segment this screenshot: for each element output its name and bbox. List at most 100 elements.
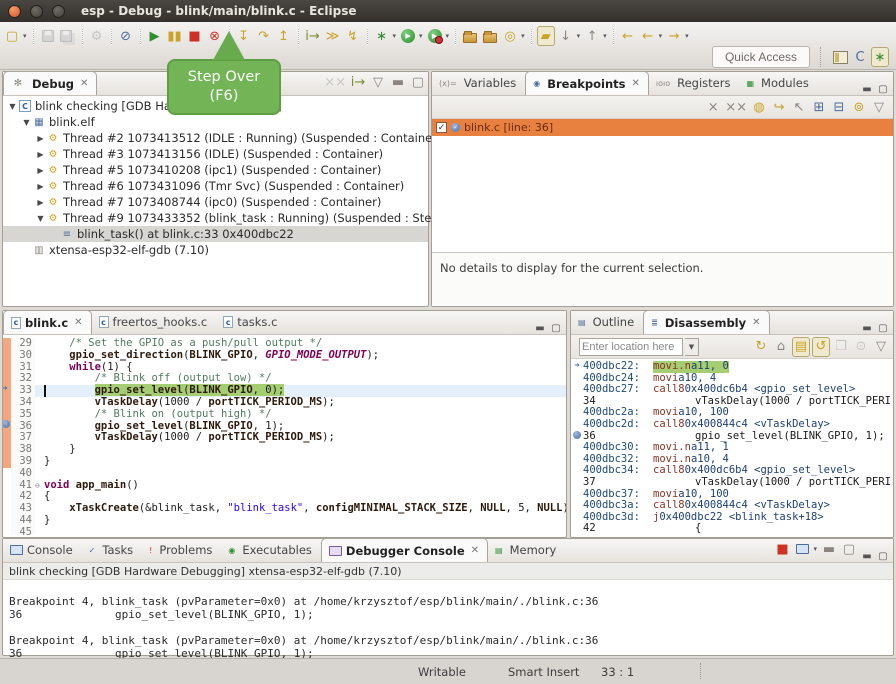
- maximize-button[interactable]: ▢: [875, 84, 891, 95]
- next-annotation-button[interactable]: ↓: [557, 26, 575, 46]
- remove-all-breakpoints-button[interactable]: ××: [724, 97, 748, 117]
- show-source-button[interactable]: ▤: [792, 337, 810, 357]
- editor-line[interactable]: 44}: [3, 515, 566, 527]
- open-perspective-button[interactable]: [831, 47, 849, 67]
- minimize-button[interactable]: ▬: [859, 84, 875, 95]
- open-new-view-button[interactable]: ❐: [832, 337, 850, 357]
- tab-freertos-hooks-c[interactable]: cfreertos_hooks.c: [92, 310, 217, 334]
- dropdown-arrow-icon[interactable]: ▾: [419, 32, 423, 40]
- window-maximize-button[interactable]: [52, 5, 65, 18]
- home-button[interactable]: ⌂: [772, 337, 790, 357]
- dropdown-arrow-icon[interactable]: ▾: [393, 32, 397, 40]
- debug-tree-row[interactable]: ▶⚙Thread #2 1073413512 (IDLE : Running) …: [3, 130, 428, 146]
- dropdown-arrow-icon[interactable]: ▾: [813, 545, 817, 553]
- display-selected-console-button[interactable]: [793, 539, 811, 559]
- minimize-button[interactable]: ▬: [820, 539, 838, 559]
- back-button[interactable]: ←: [639, 26, 657, 46]
- resume-button[interactable]: ▶: [146, 26, 164, 46]
- tab-blink-c[interactable]: cblink.c✕: [3, 310, 92, 334]
- tab-disassembly[interactable]: ≣Disassembly✕: [643, 310, 769, 334]
- close-icon[interactable]: ✕: [471, 545, 479, 556]
- new-project-button[interactable]: [461, 26, 479, 46]
- fold-marker-icon[interactable]: ⊖: [35, 480, 44, 492]
- tab-executables[interactable]: ◉Executables: [221, 538, 321, 562]
- last-edit-location-button[interactable]: ←: [619, 26, 637, 46]
- editor-line[interactable]: 37 vTaskDelay(1000 / portTICK_PERIOD_MS)…: [3, 432, 566, 444]
- debug-menu-button[interactable]: ∗: [373, 26, 391, 46]
- debug-tree-row[interactable]: ▶⚙Thread #6 1073431096 (Tmr Svc) (Suspen…: [3, 178, 428, 194]
- remove-all-terminated-button[interactable]: ××: [323, 72, 347, 92]
- disassembly-line[interactable]: 400dbc3d:j0x400dbc22 <blink_task+18>: [571, 512, 893, 524]
- disassembly-line[interactable]: 400dbc2d:call80x400844c4 <vTaskDelay>: [571, 419, 893, 431]
- groupings-button[interactable]: ⊚: [850, 97, 868, 117]
- minimize-button[interactable]: ▬: [859, 551, 875, 562]
- dropdown-arrow-icon[interactable]: ▾: [521, 32, 525, 40]
- pin-view-button[interactable]: ⊙: [852, 337, 870, 357]
- suspend-button[interactable]: ▮▮: [166, 26, 184, 46]
- maximize-button[interactable]: ▢: [840, 539, 858, 559]
- dropdown-arrow-icon[interactable]: ▾: [577, 32, 581, 40]
- tree-expander-icon[interactable]: ▼: [35, 214, 46, 223]
- collapse-all-button[interactable]: ⊟: [830, 97, 848, 117]
- show-supported-breakpoints-button[interactable]: ◍: [750, 97, 768, 117]
- terminate-button[interactable]: ■: [186, 26, 204, 46]
- console-output[interactable]: Breakpoint 4, blink_task (pvParameter=0x…: [3, 580, 893, 662]
- tab-registers[interactable]: ıοıοRegisters: [649, 71, 740, 95]
- disassembly-line[interactable]: 400dbc30:movi.na11, 1: [571, 442, 893, 454]
- go-to-file-button[interactable]: ↪: [770, 97, 788, 117]
- debug-tree-row[interactable]: ▶⚙Thread #5 1073410208 (ipc1) (Suspended…: [3, 162, 428, 178]
- editor-line[interactable]: 43 xTaskCreate(&blink_task, "blink_task"…: [3, 503, 566, 515]
- maximize-button[interactable]: ▢: [409, 72, 427, 92]
- close-icon[interactable]: ✕: [74, 317, 82, 328]
- previous-annotation-button[interactable]: ↑: [583, 26, 601, 46]
- view-menu-button[interactable]: ▽: [369, 72, 387, 92]
- maximize-button[interactable]: ▢: [548, 323, 564, 334]
- drop-to-frame-button[interactable]: ↯: [344, 26, 362, 46]
- close-icon[interactable]: ✕: [752, 317, 760, 328]
- window-minimize-button[interactable]: [30, 5, 43, 18]
- remove-breakpoint-button[interactable]: ×: [704, 97, 722, 117]
- tab-tasks-c[interactable]: ctasks.c: [216, 310, 286, 334]
- disassembly-line[interactable]: 37vTaskDelay(1000 / portTICK_PERI: [571, 477, 893, 489]
- location-dropdown-button[interactable]: ▼: [685, 338, 699, 356]
- mark-occurrences-button[interactable]: ▰: [537, 26, 555, 46]
- debug-tree-row[interactable]: ▼⚙Thread #9 1073433352 (blink_task : Run…: [3, 210, 428, 226]
- minimize-button[interactable]: ▬: [532, 323, 548, 334]
- run-menu-button[interactable]: ▶: [399, 26, 417, 46]
- disassembly-line[interactable]: ➜400dbc22:movi.na11, 0: [571, 361, 893, 373]
- tab-modules[interactable]: ▦Modules: [739, 71, 817, 95]
- open-resource-button[interactable]: [481, 26, 499, 46]
- tab-tasks[interactable]: ✓Tasks: [82, 538, 143, 562]
- minimize-button[interactable]: ▬: [389, 72, 407, 92]
- tab-breakpoints[interactable]: ◉Breakpoints✕: [525, 71, 649, 95]
- step-return-button[interactable]: ↥: [275, 26, 293, 46]
- step-over-button[interactable]: ↷: [255, 26, 273, 46]
- dropdown-arrow-icon[interactable]: ▾: [446, 32, 450, 40]
- editor-line[interactable]: 38 }: [3, 444, 566, 456]
- cpp-perspective-button[interactable]: C: [851, 47, 869, 67]
- link-with-debug-view-button[interactable]: ↖: [790, 97, 808, 117]
- debug-tree-row[interactable]: ≡blink_task() at blink.c:33 0x400dbc22: [3, 226, 428, 242]
- sync-with-active-context-button[interactable]: ↺: [812, 337, 830, 357]
- tree-expander-icon[interactable]: ▼: [21, 118, 32, 127]
- tab-console[interactable]: Console: [3, 538, 82, 562]
- debug-tree-row[interactable]: ▶⚙Thread #3 1073413156 (IDLE) (Suspended…: [3, 146, 428, 162]
- editor-line[interactable]: 45: [3, 527, 566, 535]
- tree-expander-icon[interactable]: ▶: [35, 182, 46, 191]
- dropdown-arrow-icon[interactable]: ▾: [603, 32, 607, 40]
- tab-outline[interactable]: ▤Outline: [571, 310, 643, 334]
- tree-expander-icon[interactable]: ▼: [7, 102, 18, 111]
- debug-tree-row[interactable]: ▼▦blink.elf: [3, 114, 428, 130]
- editor-line[interactable]: 39}: [3, 456, 566, 468]
- dropdown-arrow-icon[interactable]: ▾: [685, 32, 689, 40]
- maximize-button[interactable]: ▢: [875, 551, 891, 562]
- save-button[interactable]: [39, 26, 57, 46]
- tree-expander-icon[interactable]: ▶: [35, 166, 46, 175]
- window-close-button[interactable]: [8, 5, 21, 18]
- view-menu-button[interactable]: ▽: [872, 337, 890, 357]
- quick-access-button[interactable]: Quick Access: [712, 46, 810, 68]
- debug-tree-row[interactable]: ▶⚙Thread #7 1073408744 (ipc0) (Suspended…: [3, 194, 428, 210]
- tab-debug[interactable]: ✻ Debug ✕: [3, 71, 97, 95]
- location-input[interactable]: [579, 338, 683, 356]
- tree-expander-icon[interactable]: ▶: [35, 198, 46, 207]
